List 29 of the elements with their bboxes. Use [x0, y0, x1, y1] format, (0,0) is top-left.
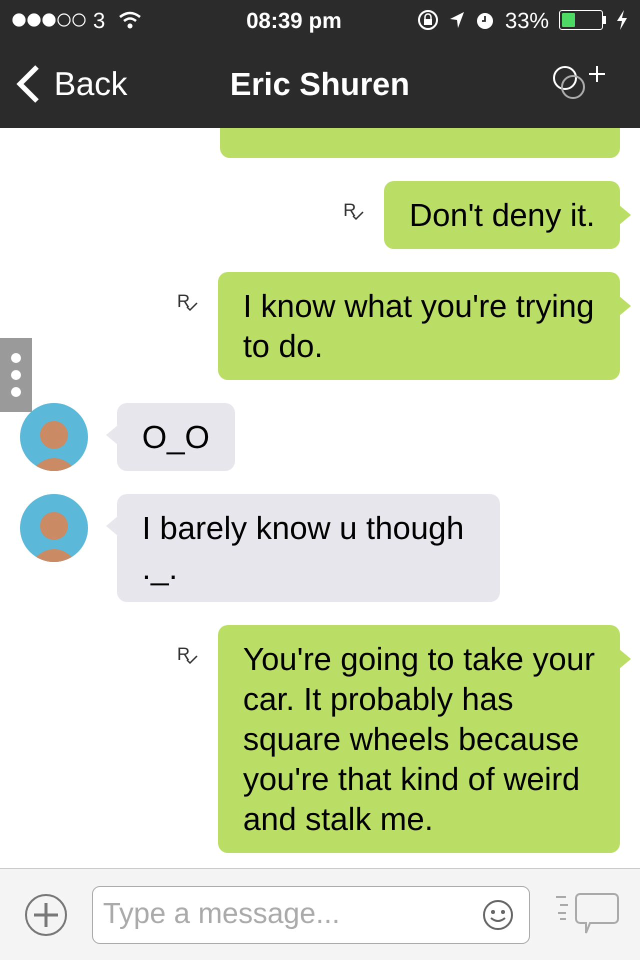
- chat-title: Eric Shuren: [230, 65, 410, 104]
- charging-bolt-icon: [616, 10, 628, 30]
- battery-percentage: 33%: [504, 6, 549, 34]
- message-text: I barely know u though ._.: [142, 510, 464, 586]
- add-attachment-button[interactable]: [24, 892, 68, 936]
- voice-message-button[interactable]: [554, 892, 620, 936]
- message-text: I know what you're trying to do.: [243, 288, 594, 364]
- status-time: 08:39 pm: [246, 6, 342, 35]
- message-text: Don't deny it.: [409, 197, 595, 233]
- back-button[interactable]: Back: [16, 59, 128, 109]
- alarm-clock-icon: [474, 10, 495, 30]
- rotation-lock-icon: [416, 9, 439, 31]
- carrier-name: 3: [93, 6, 106, 34]
- more-dots-icon: [9, 352, 23, 398]
- read-receipt-mark: R: [343, 201, 356, 219]
- signal-strength-icon: [12, 13, 86, 27]
- speech-bubble-icon: [554, 892, 620, 936]
- battery-icon: [559, 10, 606, 30]
- read-receipt-mark: R: [177, 292, 190, 310]
- message-text: You're going to take your car. It probably has square wheels because you're that kind of weird and stalk me.: [243, 641, 595, 837]
- side-menu-handle[interactable]: [0, 338, 32, 412]
- wifi-icon: [118, 11, 142, 29]
- chevron-left-icon: [16, 65, 40, 103]
- smiley-icon[interactable]: [482, 898, 514, 930]
- message-input-field[interactable]: Type a message...: [92, 886, 530, 944]
- location-arrow-icon: [448, 11, 465, 29]
- read-receipt-mark: R: [177, 645, 190, 663]
- plus-circle-icon: [24, 892, 68, 936]
- message-text: O_O: [142, 419, 210, 455]
